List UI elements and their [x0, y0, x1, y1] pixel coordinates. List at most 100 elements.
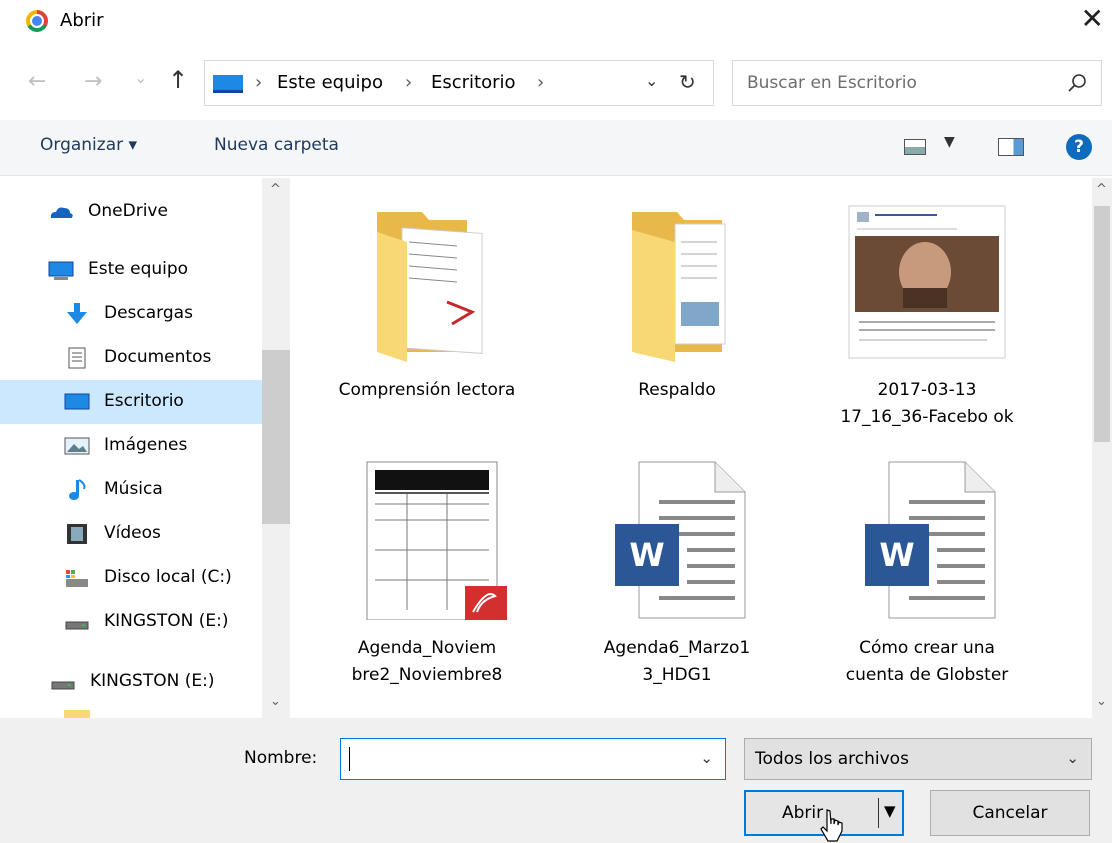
toolbar: Organizar ▾ Nueva carpeta ▼ ? — [0, 120, 1112, 176]
organize-button[interactable]: Organizar ▾ — [40, 135, 137, 155]
file-item[interactable]: Agenda_Noviem bre2_Noviembre8 — [332, 460, 522, 689]
new-folder-button[interactable]: Nueva carpeta — [214, 135, 339, 155]
breadcrumb-separator[interactable]: › — [537, 72, 544, 93]
sidebar-item-label: Música — [104, 479, 163, 499]
close-icon[interactable]: ✕ — [1081, 4, 1104, 34]
usb-drive-icon — [51, 681, 75, 690]
mouse-cursor-icon — [820, 809, 843, 842]
filename-label: Nombre: — [244, 748, 318, 768]
change-view-icon[interactable] — [904, 139, 926, 155]
navigation-bar: ← → ⌄ ↑ › Este equipo › Escritorio › ⌄ ↻… — [0, 56, 1112, 112]
sidebar-item-label: Disco local (C:) — [104, 567, 232, 587]
desktop-icon — [64, 393, 90, 410]
folder-icon — [64, 710, 90, 718]
file-item[interactable]: W Cómo crear una cuenta de Globster — [832, 460, 1022, 689]
image-thumbnail-icon — [848, 205, 1006, 359]
help-icon[interactable]: ? — [1066, 134, 1092, 160]
file-name: Comprensión lectora — [338, 380, 516, 400]
refresh-icon[interactable]: ↻ — [679, 70, 696, 94]
folder-documents-icon — [377, 212, 483, 362]
sidebar-item-este-equipo[interactable]: Este equipo — [0, 248, 262, 292]
file-name: 2017-03-13 17_16_36-Facebo ok — [840, 380, 1014, 427]
filetype-select[interactable]: Todos los archivos ⌄ — [744, 738, 1092, 780]
scroll-up-icon[interactable]: ^ — [270, 182, 281, 197]
open-button-label: Abrir — [782, 803, 824, 823]
sidebar-item-documentos[interactable]: Documentos — [0, 336, 262, 380]
breadcrumb-escritorio[interactable]: Escritorio — [431, 72, 516, 93]
sidebar-item-onedrive[interactable]: OneDrive — [0, 190, 262, 234]
file-item[interactable]: W Agenda6_Marzo1 3_HDG1 — [582, 460, 772, 689]
text-caret — [349, 747, 350, 771]
address-bar[interactable]: › Este equipo › Escritorio › ⌄ ↻ — [204, 60, 714, 106]
filetype-value: Todos los archivos — [755, 749, 909, 769]
scroll-down-icon[interactable]: ⌄ — [1096, 694, 1107, 709]
breadcrumb-este-equipo[interactable]: Este equipo — [277, 72, 383, 93]
word-document-icon: W — [865, 461, 996, 619]
sidebar-item-musica[interactable]: Música — [0, 468, 262, 512]
sidebar-item-escritorio[interactable]: Escritorio — [0, 380, 262, 424]
documents-icon — [68, 347, 86, 369]
up-arrow-icon[interactable]: ↑ — [168, 68, 188, 92]
search-input[interactable]: Buscar en Escritorio — [732, 60, 1102, 106]
file-name: Agenda6_Marzo1 3_HDG1 — [603, 638, 751, 685]
word-badge: W — [879, 536, 914, 574]
pdf-document-icon — [366, 461, 507, 621]
filename-input[interactable]: ⌄ — [340, 738, 726, 780]
dialog-footer: Nombre: ⌄ Todos los archivos ⌄ Abrir ▼ C… — [0, 718, 1112, 843]
breadcrumb-separator[interactable]: › — [405, 72, 412, 93]
sidebar-item-label: KINGSTON (E:) — [104, 611, 229, 631]
sidebar-item-label: OneDrive — [88, 201, 168, 221]
usb-drive-icon — [65, 621, 89, 630]
pictures-icon — [64, 437, 90, 455]
videos-icon — [67, 524, 87, 544]
sidebar-item-kingston-root[interactable]: KINGSTON (E:) — [0, 660, 262, 704]
file-list: Comprensión lectora Respaldo 2017-03-13 … — [300, 178, 1092, 718]
sidebar-scrollbar[interactable]: ^ ⌄ — [262, 178, 290, 718]
music-icon — [69, 479, 86, 500]
forward-icon[interactable]: → — [84, 70, 102, 94]
search-icon[interactable] — [1065, 71, 1089, 95]
scroll-up-icon[interactable]: ^ — [1096, 182, 1107, 197]
navigation-pane: OneDrive Este equipo Descargas Documento… — [0, 178, 292, 718]
file-item[interactable]: Respaldo — [582, 202, 772, 404]
sidebar-item-kingston[interactable]: KINGSTON (E:) — [0, 600, 262, 644]
breadcrumb-separator: › — [255, 72, 263, 93]
preview-pane-icon[interactable] — [998, 138, 1024, 156]
word-badge: W — [629, 536, 664, 574]
open-options-dropdown-icon[interactable]: ▼ — [884, 802, 896, 820]
cancel-button[interactable]: Cancelar — [930, 790, 1090, 836]
sidebar-item-label: Vídeos — [104, 523, 161, 543]
sidebar-item-label: KINGSTON (E:) — [90, 671, 215, 691]
scroll-down-icon[interactable]: ⌄ — [270, 694, 281, 709]
scrollbar-thumb[interactable] — [262, 350, 290, 524]
file-name: Respaldo — [638, 380, 716, 400]
computer-icon — [48, 261, 74, 280]
sidebar-item-label: Escritorio — [104, 391, 184, 411]
sidebar-item-videos[interactable]: Vídeos — [0, 512, 262, 556]
local-disk-icon — [66, 570, 88, 587]
chevron-down-icon: ⌄ — [1066, 749, 1079, 767]
chrome-icon — [26, 10, 48, 32]
folder-icon — [632, 212, 726, 362]
sidebar-item-imagenes[interactable]: Imágenes — [0, 424, 262, 468]
recent-locations-icon[interactable]: ⌄ — [134, 66, 147, 90]
filename-dropdown-icon[interactable]: ⌄ — [700, 749, 713, 767]
sidebar-item-label: Este equipo — [88, 259, 189, 279]
split-divider — [878, 798, 879, 828]
onedrive-icon — [50, 207, 73, 218]
scrollbar-thumb[interactable] — [1094, 206, 1110, 442]
sidebar-item-descargas[interactable]: Descargas — [0, 292, 262, 336]
file-item[interactable]: Comprensión lectora — [332, 202, 522, 404]
title-bar: Abrir ✕ — [0, 0, 1112, 46]
file-item[interactable]: 2017-03-13 17_16_36-Facebo ok — [832, 202, 1022, 431]
sidebar-item-label: Documentos — [104, 347, 212, 367]
file-name: Cómo crear una cuenta de Globster — [845, 638, 1009, 685]
view-options-dropdown-icon[interactable]: ▼ — [944, 134, 955, 150]
back-icon[interactable]: ← — [28, 70, 46, 94]
window-title: Abrir — [60, 10, 104, 31]
computer-icon — [213, 75, 243, 93]
address-dropdown-icon[interactable]: ⌄ — [645, 71, 658, 90]
files-scrollbar[interactable]: ^ ⌄ — [1092, 178, 1112, 718]
word-document-icon: W — [615, 461, 746, 619]
sidebar-item-disco-local[interactable]: Disco local (C:) — [0, 556, 262, 600]
